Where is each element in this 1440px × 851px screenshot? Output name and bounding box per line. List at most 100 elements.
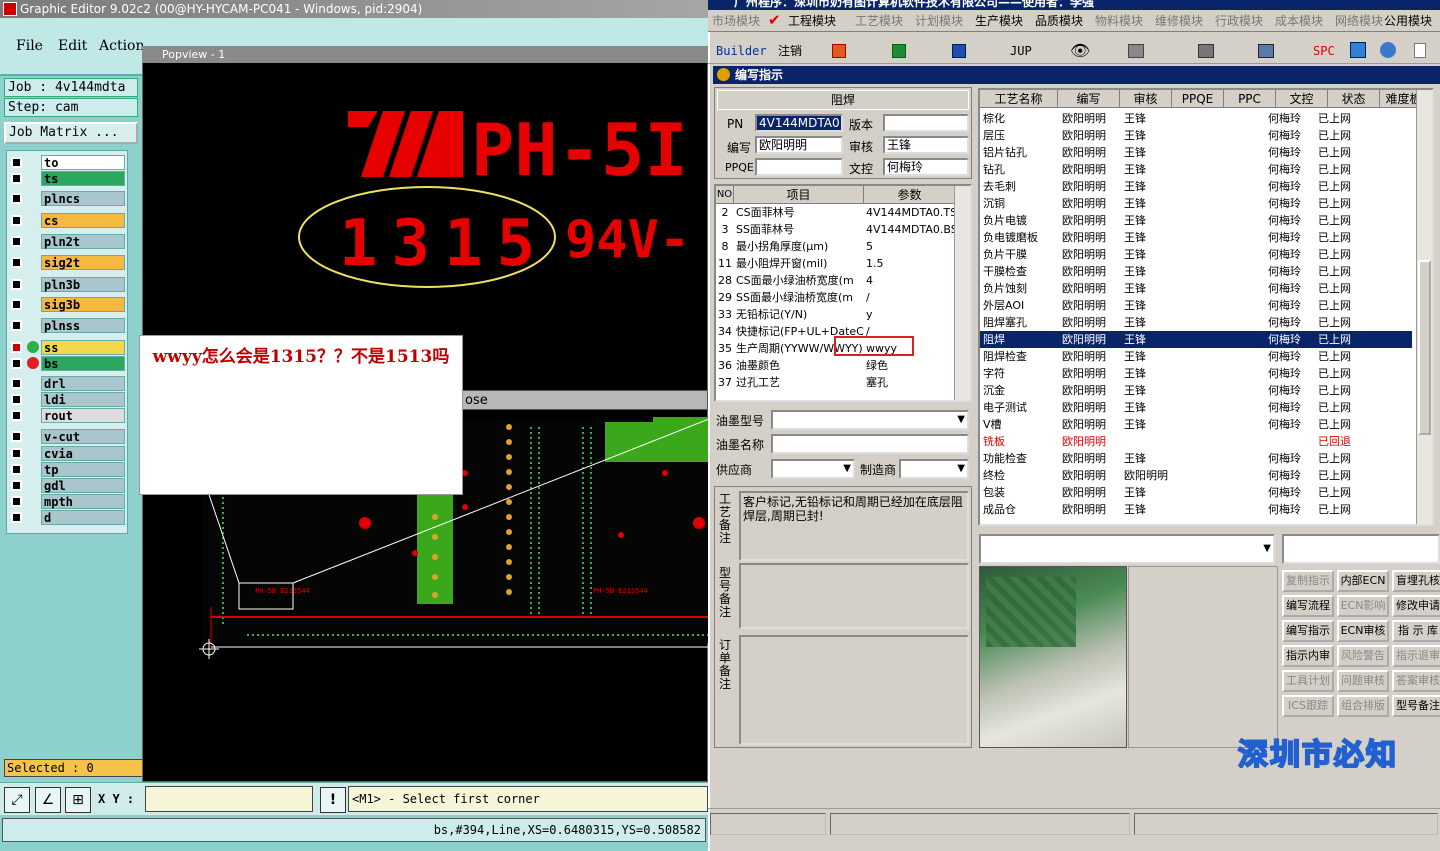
measure-icon[interactable]: ∠ <box>35 787 61 813</box>
action-button-12[interactable]: 工具计划 <box>1282 670 1334 692</box>
layer-cs[interactable]: cs <box>9 213 125 228</box>
module-market[interactable]: 市场模块 <box>712 12 760 29</box>
layer-checkbox[interactable] <box>11 358 22 369</box>
layer-rout[interactable]: rout <box>9 408 125 423</box>
module-material[interactable]: 物料模块 <box>1095 12 1143 29</box>
printer-icon[interactable] <box>1128 44 1144 58</box>
layer-checkbox[interactable] <box>11 342 22 353</box>
params-header-no[interactable]: NO <box>716 186 734 204</box>
module-process[interactable]: 工艺模块 <box>855 12 903 29</box>
params-row[interactable]: 8 最小拐角厚度(μm) 5 <box>716 238 956 255</box>
search-combo-1[interactable]: ▼ <box>979 534 1275 564</box>
process-row[interactable]: 沉金 欧阳明明 王锋 何梅玲 已上网 <box>980 382 1412 399</box>
writer-field[interactable]: 欧阳明明 <box>755 136 843 154</box>
process-header-3[interactable]: PPQE <box>1172 90 1224 108</box>
layer-to[interactable]: to <box>9 155 125 170</box>
layer-checkbox[interactable] <box>11 410 22 421</box>
process-row[interactable]: 阻焊 欧阳明明 王锋 何梅玲 已上网 <box>980 331 1412 348</box>
layer-drl[interactable]: drl <box>9 376 125 391</box>
xy-input[interactable] <box>145 786 313 812</box>
params-row[interactable]: 36 油墨颜色 绿色 <box>716 357 956 374</box>
model-note-text[interactable] <box>739 563 969 629</box>
supplier-select[interactable]: ▼ <box>771 459 855 479</box>
action-button-1[interactable]: 内部ECN <box>1337 570 1389 592</box>
params-header-value[interactable]: 参数 <box>864 186 956 204</box>
action-button-7[interactable]: ECN审核 <box>1337 620 1389 642</box>
params-row[interactable]: 37 过孔工艺 塞孔 <box>716 374 956 391</box>
ink-name-field[interactable] <box>771 434 969 454</box>
process-row[interactable]: 去毛刺 欧阳明明 王锋 何梅玲 已上网 <box>980 178 1412 195</box>
layer-ss[interactable]: ss <box>9 340 125 355</box>
process-row[interactable]: 层压 欧阳明明 王锋 何梅玲 已上网 <box>980 127 1412 144</box>
layer-checkbox[interactable] <box>11 257 22 268</box>
layer-cvia[interactable]: cvia <box>9 446 125 461</box>
erp-titlebar[interactable]: 广州程序：深圳市奶有图计算机软件技术有限公司——使用者：李强 <box>708 0 1440 10</box>
module-quality[interactable]: 品质模块 <box>1035 12 1083 29</box>
layer-checkbox[interactable] <box>11 496 22 507</box>
process-row[interactable]: 棕化 欧阳明明 王锋 何梅玲 已上网 <box>980 110 1412 127</box>
params-row[interactable]: 2 CS面菲林号 4V144MDTA0.TS <box>716 204 957 221</box>
layer-bs[interactable]: bs <box>9 356 125 371</box>
process-row[interactable]: 阻焊检查 欧阳明明 王锋 何梅玲 已上网 <box>980 348 1412 365</box>
version-field[interactable] <box>883 114 969 132</box>
module-repair[interactable]: 维修模块 <box>1155 12 1203 29</box>
refresh-icon[interactable] <box>1350 42 1366 58</box>
action-button-13[interactable]: 问题审核 <box>1337 670 1389 692</box>
layer-checkbox[interactable] <box>11 173 22 184</box>
module-cost[interactable]: 成本模块 <box>1275 12 1323 29</box>
module-engineering[interactable]: 工程模块 <box>788 12 836 29</box>
layer-pln3b[interactable]: pln3b <box>9 277 125 292</box>
scroll-thumb[interactable] <box>1418 260 1431 435</box>
params-row[interactable]: 11 最小阻焊开窗(mil) 1.5 <box>716 255 956 272</box>
computer-icon[interactable] <box>1258 44 1274 58</box>
process-header-4[interactable]: PPC <box>1224 90 1276 108</box>
process-row[interactable]: 字符 欧阳明明 王锋 何梅玲 已上网 <box>980 365 1412 382</box>
eye-icon[interactable]: 👁 <box>1070 40 1090 62</box>
action-button-17[interactable]: 型号备注 <box>1392 695 1440 717</box>
layer-sig3b[interactable]: sig3b <box>9 297 125 312</box>
layer-plnss[interactable]: plnss <box>9 318 125 333</box>
process-row[interactable]: 负片蚀刻 欧阳明明 王锋 何梅玲 已上网 <box>980 280 1412 297</box>
process-row[interactable]: 外层AOI 欧阳明明 王锋 何梅玲 已上网 <box>980 297 1412 314</box>
module-network[interactable]: 网络模块 <box>1335 12 1383 29</box>
layer-checkbox[interactable] <box>11 320 22 331</box>
action-button-11[interactable]: 指示退审 <box>1392 645 1440 667</box>
ink-model-select[interactable]: ▼ <box>771 410 969 430</box>
logout-button[interactable]: 注销 <box>778 40 802 62</box>
process-row[interactable]: 包装 欧阳明明 王锋 何梅玲 已上网 <box>980 484 1412 501</box>
process-row[interactable]: 成品仓 欧阳明明 王锋 何梅玲 已上网 <box>980 501 1412 518</box>
action-button-0[interactable]: 复制指示 <box>1282 570 1334 592</box>
instruction-window-titlebar[interactable]: 编写指示 <box>713 66 1440 84</box>
ppt-icon[interactable] <box>832 44 846 58</box>
action-button-6[interactable]: 编写指示 <box>1282 620 1334 642</box>
action-button-8[interactable]: 指 示 库 <box>1392 620 1440 642</box>
action-button-16[interactable]: 组合排版 <box>1337 695 1389 717</box>
process-row[interactable]: 电子测试 欧阳明明 王锋 何梅玲 已上网 <box>980 399 1412 416</box>
builder-button[interactable]: Builder <box>716 40 767 62</box>
doc-field[interactable]: 何梅玲 <box>883 158 969 176</box>
layer-checkbox[interactable] <box>11 215 22 226</box>
layer-checkbox[interactable] <box>11 193 22 204</box>
layer-checkbox[interactable] <box>11 236 22 247</box>
layer-sig2t[interactable]: sig2t <box>9 255 125 270</box>
alert-icon[interactable]: ! <box>320 787 346 813</box>
menu-action[interactable]: Action <box>99 38 145 54</box>
layer-tp[interactable]: tp <box>9 462 125 477</box>
layer-state-icon[interactable] <box>27 341 39 353</box>
doc-icon[interactable] <box>1414 43 1426 58</box>
process-row[interactable]: 铣板 欧阳明明 已回退 <box>980 433 1412 450</box>
action-button-4[interactable]: ECN影响 <box>1337 595 1389 617</box>
params-row[interactable]: 28 CS面最小绿油桥宽度(m 4 <box>716 272 956 289</box>
process-row[interactable]: 铝片钻孔 欧阳明明 王锋 何梅玲 已上网 <box>980 144 1412 161</box>
process-row[interactable]: 功能检查 欧阳明明 王锋 何梅玲 已上网 <box>980 450 1412 467</box>
params-row[interactable]: 33 无铅标记(Y/N) y <box>716 306 956 323</box>
process-header-0[interactable]: 工艺名称 <box>980 90 1058 108</box>
process-row[interactable]: 钻孔 欧阳明明 王锋 何梅玲 已上网 <box>980 161 1412 178</box>
params-row[interactable]: 29 SS面最小绿油桥宽度(m / <box>716 289 956 306</box>
action-button-2[interactable]: 盲埋孔核 <box>1392 570 1440 592</box>
excel-icon[interactable] <box>892 44 906 58</box>
layer-gdl[interactable]: gdl <box>9 478 125 493</box>
process-scrollbar[interactable] <box>1416 90 1432 524</box>
spc-button[interactable]: SPC <box>1313 40 1335 62</box>
layer-state-icon[interactable] <box>27 357 39 369</box>
